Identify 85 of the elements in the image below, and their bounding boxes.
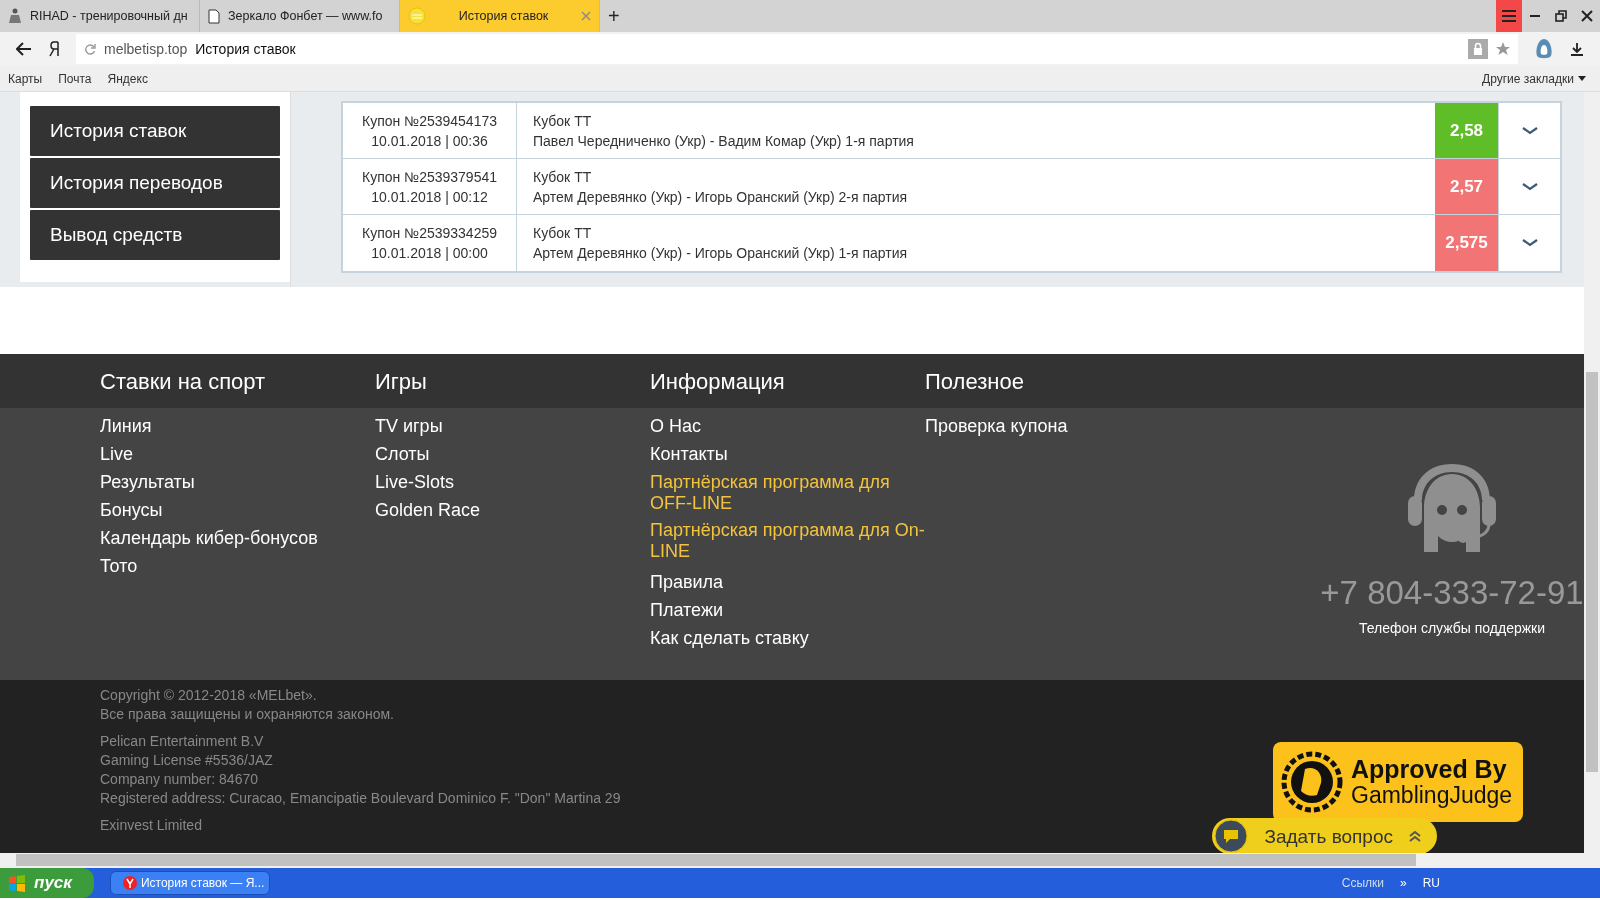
yandex-logo-icon[interactable]	[48, 41, 60, 57]
close-icon	[1580, 9, 1594, 23]
legal-text: Copyright © 2012-2018 «MELbet».	[100, 686, 317, 705]
star-icon[interactable]	[1496, 42, 1510, 56]
odds-value: 2,58	[1435, 103, 1498, 158]
address-field[interactable]: melbetisp.top История ставок	[76, 34, 1518, 64]
footer-link[interactable]: Контакты	[650, 440, 925, 468]
chevron-down-icon[interactable]	[1521, 126, 1538, 135]
footer-link[interactable]: Линия	[100, 412, 375, 440]
footer-link[interactable]: Проверка купона	[925, 412, 1200, 440]
footer-link[interactable]: Партнёрская программа для OFF-LINE	[650, 472, 925, 514]
coin-icon	[408, 7, 426, 25]
coupon-number: Купон №2539334259	[361, 224, 498, 243]
figure-icon	[8, 8, 22, 24]
footer-link[interactable]: Бонусы	[100, 496, 375, 524]
footer-heading: Полезное	[925, 367, 1025, 396]
footer-link[interactable]: Результаты	[100, 468, 375, 496]
menu-button[interactable]	[1496, 0, 1522, 32]
links-toolbar-label[interactable]: Ссылки	[1341, 874, 1384, 892]
medal-icon	[1281, 751, 1343, 813]
document-icon	[208, 8, 220, 24]
toolbar-more-button[interactable]: »	[1399, 874, 1407, 892]
bookmark-link[interactable]: Карты	[8, 69, 43, 88]
sidebar-button[interactable]: Вывод средств	[30, 210, 280, 260]
download-icon[interactable]	[1570, 42, 1584, 56]
legal-text: Gaming License #5536/JAZ	[100, 751, 273, 770]
chevron-down-icon[interactable]	[1521, 182, 1538, 191]
legal-text: Exinvest Limited	[100, 816, 202, 835]
footer-link[interactable]: Календарь кибер-бонусов	[100, 524, 375, 552]
footer-link[interactable]: Слоты	[375, 440, 650, 468]
phone-caption: Телефон службы поддержки	[1358, 618, 1546, 638]
event-name: Павел Чередниченко (Укр) - Вадим Комар (Укр) 1-я партия	[533, 131, 915, 151]
taskbar-button[interactable]: История ставок — Я...	[109, 871, 270, 895]
event-name: Артем Деревянко (Укр) - Игорь Оранский (Укр) 1-я партия	[533, 244, 909, 263]
footer-heading: Игры	[375, 367, 428, 396]
footer-link[interactable]: О Нас	[650, 412, 925, 440]
tournament-name: Кубок ТТ	[533, 224, 593, 243]
footer-link[interactable]: Live-Slots	[375, 468, 650, 496]
footer-link[interactable]: Платежи	[650, 596, 925, 624]
reload-icon[interactable]	[84, 43, 96, 55]
bet-date: 10.01.2018 | 00:12	[370, 187, 489, 207]
legal-text: Все права защищены и охраняются законом.	[100, 705, 394, 724]
restore-icon	[1554, 9, 1568, 23]
footer-link[interactable]: Golden Race	[375, 496, 650, 524]
coupon-number: Купон №2539379541	[361, 167, 498, 187]
double-chevron-up-icon	[1409, 830, 1421, 842]
odds-value: 2,575	[1435, 215, 1498, 271]
ask-question-button[interactable]: Задать вопрос	[1212, 818, 1437, 853]
bookmark-link[interactable]: Почта	[58, 69, 92, 88]
horizontal-scrollbar[interactable]	[0, 853, 1600, 868]
legal-text: Company number: 84670	[100, 770, 258, 789]
caret-icon	[1578, 76, 1586, 81]
coupon-number: Купон №2539454173	[361, 111, 498, 131]
footer-link[interactable]: TV игры	[375, 412, 650, 440]
tournament-name: Кубок ТТ	[533, 111, 593, 131]
minimize-icon	[1530, 15, 1540, 17]
footer-heading: Ставки на спорт	[100, 367, 267, 396]
footer-link[interactable]: Правила	[650, 568, 925, 596]
tournament-name: Кубок ТТ	[533, 167, 593, 187]
odds-value: 2,57	[1435, 159, 1498, 214]
new-tab-button[interactable]: +	[600, 1, 628, 31]
windows-logo-icon	[8, 874, 26, 892]
browser-tab[interactable]: История ставок	[400, 0, 600, 32]
chevron-down-icon[interactable]	[1521, 239, 1538, 247]
bookmark-link[interactable]: Яндекс	[107, 69, 148, 88]
menu-icon	[1502, 10, 1516, 22]
sidebar-button[interactable]: История переводов	[30, 158, 280, 208]
approval-badge[interactable]: Approved By GamblingJudge	[1273, 742, 1523, 822]
back-icon[interactable]	[16, 42, 32, 56]
footer-link[interactable]: Как сделать ставку	[650, 624, 925, 652]
legal-text: Registered address: Curacao, Emancipatie Boulevard Dominico F. "Don" Martina 29	[100, 789, 621, 808]
browser-icon	[122, 876, 137, 890]
chat-icon	[1214, 819, 1249, 853]
other-bookmarks-link[interactable]: Другие закладки	[1482, 69, 1586, 88]
legal-text: Pelican Entertainment B.V	[100, 732, 264, 751]
vertical-scrollbar[interactable]	[1584, 92, 1600, 853]
footer-link[interactable]: Тото	[100, 552, 375, 580]
bet-date: 10.01.2018 | 00:36	[370, 131, 489, 151]
footer-link[interactable]: Партнёрская программа для On-LINE	[650, 520, 925, 562]
bet-date: 10.01.2018 | 00:00	[370, 244, 489, 263]
footer-heading: Информация	[650, 367, 786, 396]
footer-link[interactable]: Live	[100, 440, 375, 468]
language-indicator[interactable]: RU	[1422, 874, 1440, 892]
sidebar-button[interactable]: История ставок	[30, 106, 280, 156]
event-name: Артем Деревянко (Укр) - Игорь Оранский (Укр) 2-я партия	[533, 187, 909, 207]
